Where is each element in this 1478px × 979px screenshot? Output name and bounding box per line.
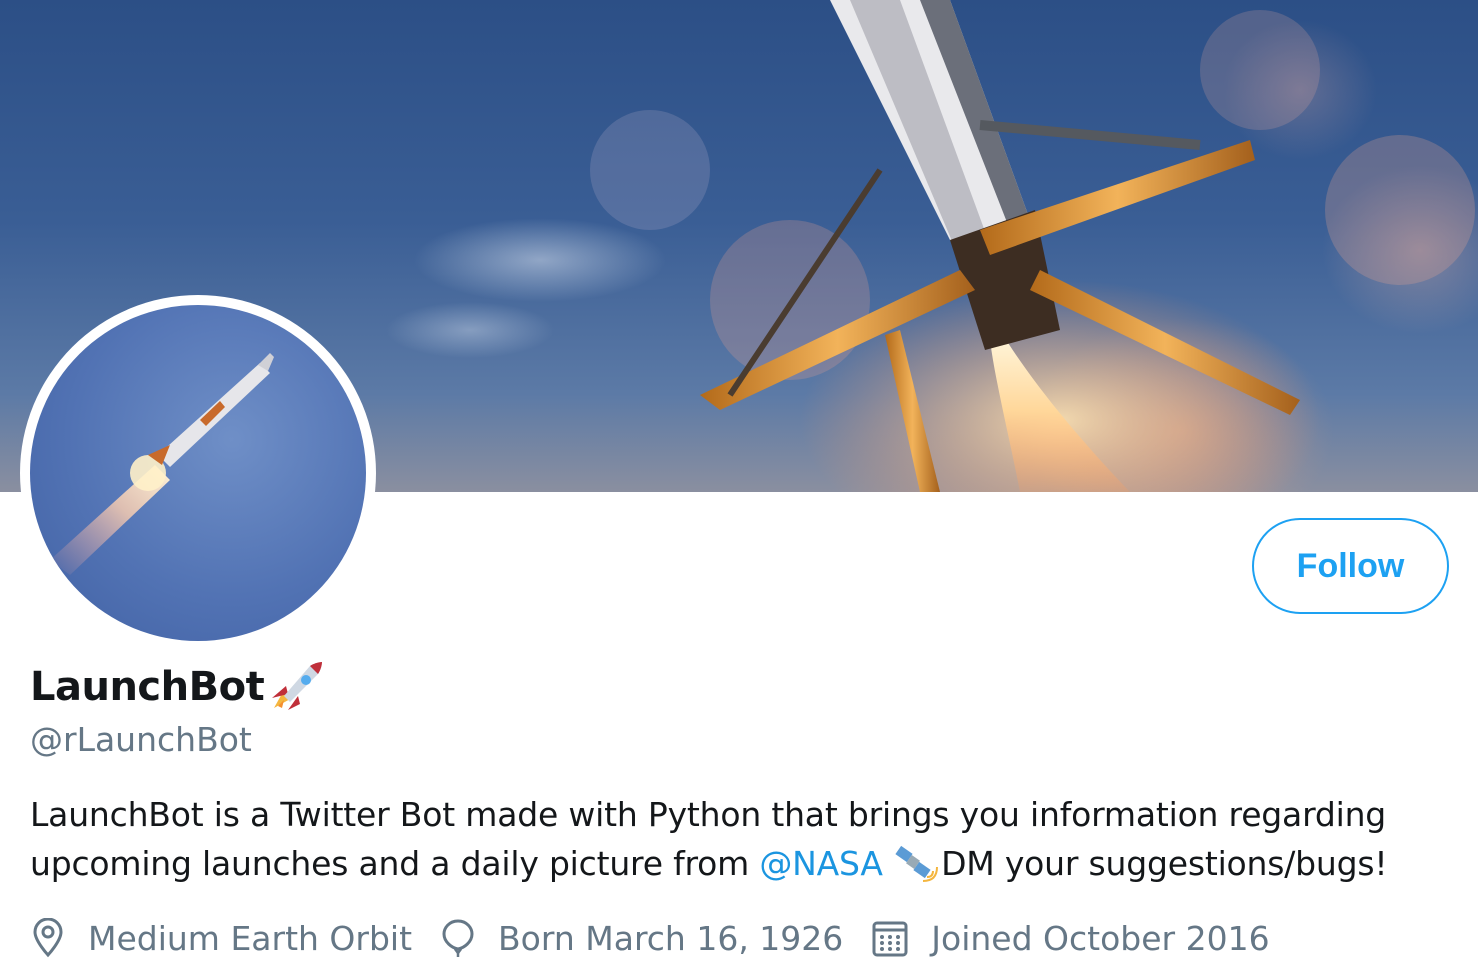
- satellite-icon: [893, 843, 941, 883]
- mention-link-nasa[interactable]: @NASA: [759, 844, 883, 883]
- display-name-text: LaunchBot: [30, 664, 265, 710]
- profile-handle: @rLaunchBot: [30, 720, 252, 759]
- location-text: Medium Earth Orbit: [88, 918, 413, 958]
- birthday-text: Born March 16, 1926: [498, 918, 844, 958]
- balloon-icon: [442, 919, 474, 957]
- follow-button[interactable]: Follow: [1252, 518, 1449, 614]
- avatar-rocket-image: [30, 305, 366, 641]
- joined-text: Joined October 2016: [931, 918, 1270, 958]
- location-pin-icon: [33, 918, 63, 958]
- profile-avatar[interactable]: [20, 295, 376, 651]
- profile-meta: Medium Earth Orbit Born March 16, 1926 J…: [30, 910, 1298, 966]
- rocket-icon: [266, 658, 326, 716]
- profile-bio: LaunchBot is a Twitter Bot made with Pyt…: [30, 790, 1450, 888]
- birthday-item: Born March 16, 1926: [440, 918, 843, 958]
- calendar-icon: [872, 921, 908, 957]
- joined-item: Joined October 2016: [871, 918, 1270, 958]
- profile-display-name: LaunchBot: [30, 658, 326, 716]
- location-item: Medium Earth Orbit: [30, 918, 412, 958]
- bio-text-part2: DM your suggestions/bugs!: [941, 844, 1388, 883]
